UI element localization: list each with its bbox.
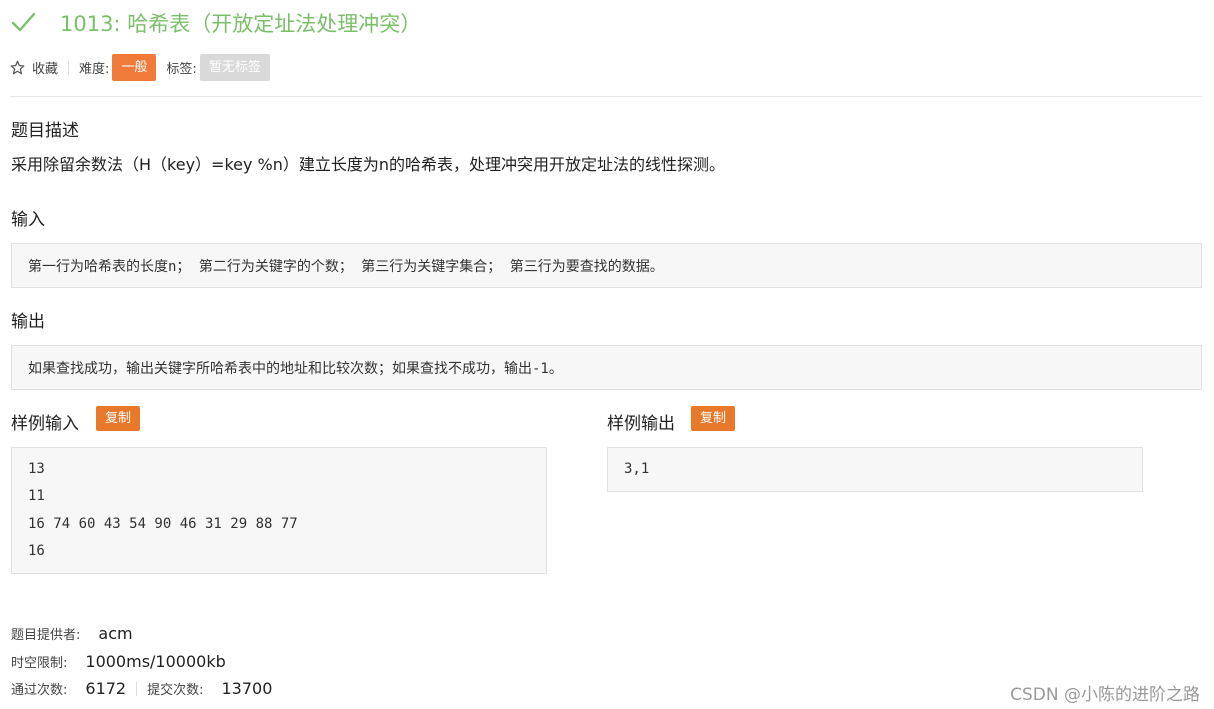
description-text: 采用除留余数法（H（key）=key %n）建立长度为n的哈希表，处理冲突用开放…	[11, 155, 726, 174]
watermark: CSDN @小陈的进阶之路	[1010, 685, 1200, 705]
output-description-text: 如果查找成功，输出关键字所哈希表中的地址和比较次数；如果查找不成功，输出-1。	[28, 361, 563, 377]
favorite-button[interactable]: 收藏	[10, 58, 58, 77]
limit-row: 时空限制: 1000ms/10000kb	[11, 652, 226, 671]
provider-value[interactable]: acm	[98, 624, 132, 643]
provider-label: 题目提供者:	[11, 628, 81, 643]
sample-input-box: 13 11 16 74 60 43 54 90 46 31 29 88 77 1…	[11, 447, 547, 574]
meta-divider	[68, 60, 70, 75]
sample-input-line: 16	[28, 543, 45, 559]
output-heading: 输出	[11, 312, 45, 332]
meta-row: 收藏 难度: 一般 标签: 暂无标签	[10, 54, 270, 81]
sample-output-box: 3,1	[607, 447, 1143, 492]
submitted-value: 13700	[221, 679, 273, 698]
star-outline-icon	[10, 60, 25, 75]
favorite-label: 收藏	[32, 62, 59, 77]
output-description-box: 如果查找成功，输出关键字所哈希表中的地址和比较次数；如果查找不成功，输出-1。	[11, 345, 1202, 390]
tags-badge: 暂无标签	[199, 54, 270, 81]
input-heading: 输入	[11, 210, 45, 230]
title-row: 1013: 哈希表（开放定址法处理冲突）	[10, 8, 421, 38]
sample-input-line: 16 74 60 43 54 90 46 31 29 88 77	[28, 516, 298, 532]
problem-page: 1013: 哈希表（开放定址法处理冲突） 收藏 难度: 一般 标签: 暂无标签 …	[0, 0, 1214, 709]
difficulty-badge[interactable]: 一般	[112, 54, 157, 81]
problem-title: 1013: 哈希表（开放定址法处理冲突）	[60, 12, 422, 36]
sample-input-line: 13	[28, 461, 45, 477]
sample-input-heading: 样例输入	[11, 414, 79, 434]
input-description-text: 第一行为哈希表的长度n； 第二行为关键字的个数； 第三行为关键字集合； 第三行为…	[28, 259, 664, 275]
header-divider	[10, 96, 1202, 97]
passed-value: 6172	[85, 679, 127, 698]
passed-label: 通过次数:	[11, 683, 68, 698]
limit-label: 时空限制:	[11, 656, 68, 671]
stats-divider	[136, 681, 138, 696]
difficulty-label: 难度:	[79, 62, 110, 77]
copy-sample-input-button[interactable]: 复制	[96, 406, 141, 431]
check-icon	[10, 10, 36, 36]
provider-row: 题目提供者: acm	[11, 624, 133, 643]
input-description-box: 第一行为哈希表的长度n； 第二行为关键字的个数； 第三行为关键字集合； 第三行为…	[11, 243, 1202, 288]
sample-input-line: 11	[28, 488, 45, 504]
copy-sample-output-button[interactable]: 复制	[691, 406, 736, 431]
description-heading: 题目描述	[11, 121, 79, 141]
submitted-label: 提交次数:	[147, 683, 204, 698]
sample-output-heading: 样例输出	[607, 414, 675, 434]
sample-output-line: 3,1	[624, 461, 650, 477]
tags-label: 标签:	[166, 62, 197, 77]
limit-value: 1000ms/10000kb	[85, 652, 226, 671]
stats-row: 通过次数: 6172 提交次数: 13700	[11, 679, 272, 698]
